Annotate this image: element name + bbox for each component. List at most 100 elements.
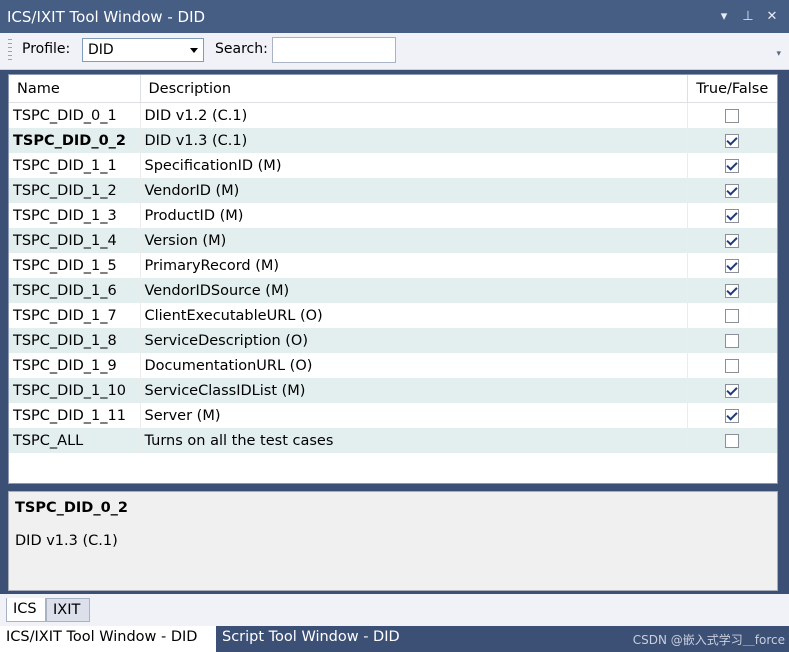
row-name: TSPC_DID_0_2 <box>9 128 141 153</box>
detail-description: DID v1.3 (C.1) <box>15 533 118 549</box>
tab-ics[interactable]: ICS <box>6 598 46 622</box>
table-row[interactable]: TSPC_DID_1_4 Version (M) <box>9 228 777 253</box>
row-checkbox[interactable] <box>725 183 740 198</box>
row-description: DID v1.2 (C.1) <box>140 102 688 128</box>
table-row[interactable]: TSPC_DID_1_6 VendorIDSource (M) <box>9 278 777 303</box>
table-row[interactable]: TSPC_DID_1_7 ClientExecutableURL (O) <box>9 303 777 328</box>
column-header-truefalse[interactable]: True/False <box>687 75 777 103</box>
row-description: DocumentationURL (O) <box>140 353 688 378</box>
row-name: TSPC_DID_1_11 <box>9 403 141 428</box>
table-body: TSPC_DID_0_1 DID v1.2 (C.1) TSPC_DID_0_2 DI… <box>9 102 777 453</box>
row-truefalse-cell <box>687 403 777 428</box>
table-header-row: Name Description True/False <box>9 75 777 103</box>
row-name: TSPC_DID_0_1 <box>9 102 141 128</box>
table-row[interactable]: TSPC_DID_0_1 DID v1.2 (C.1) <box>9 102 777 129</box>
tab-ixit[interactable]: IXIT <box>46 598 90 622</box>
table-row[interactable]: TSPC_DID_1_11 Server (M) <box>9 403 777 428</box>
title-bar[interactable]: ICS/IXIT Tool Window - DID ▾ ⊥ ✕ <box>0 0 789 33</box>
chevron-down-icon <box>190 48 198 53</box>
row-description: ProductID (M) <box>140 203 688 228</box>
row-truefalse-cell <box>687 353 777 378</box>
row-name: TSPC_DID_1_9 <box>9 353 141 378</box>
row-truefalse-cell <box>687 128 777 153</box>
row-checkbox[interactable] <box>725 358 740 373</box>
row-description: ServiceClassIDList (M) <box>140 378 688 403</box>
row-description: PrimaryRecord (M) <box>140 253 688 278</box>
row-description: ServiceDescription (O) <box>140 328 688 353</box>
row-name: TSPC_DID_1_5 <box>9 253 141 278</box>
row-checkbox[interactable] <box>725 108 740 123</box>
table-row[interactable]: TSPC_DID_1_1 SpecificationID (M) <box>9 153 777 178</box>
ics-table: Name Description True/False TSPC_DID_0_1… <box>8 74 778 484</box>
row-truefalse-cell <box>687 253 777 278</box>
row-checkbox[interactable] <box>725 158 740 173</box>
row-checkbox[interactable] <box>725 333 740 348</box>
row-description: Server (M) <box>140 403 688 428</box>
doc-tab-script-tool-window[interactable]: Script Tool Window - DID <box>216 626 406 652</box>
column-header-description[interactable]: Description <box>140 75 688 103</box>
search-label: Search: <box>215 41 268 57</box>
tool-window: ICS/IXIT Tool Window - DID ▾ ⊥ ✕ Profile… <box>0 0 789 652</box>
table-row[interactable]: TSPC_DID_1_3 ProductID (M) <box>9 203 777 228</box>
row-name: TSPC_DID_1_1 <box>9 153 141 178</box>
profile-label: Profile: <box>22 41 71 57</box>
document-tabs: ICS/IXIT Tool Window - DID Script Tool W… <box>0 626 789 652</box>
row-checkbox[interactable] <box>725 383 740 398</box>
table-row[interactable]: TSPC_DID_1_10 ServiceClassIDList (M) <box>9 378 777 403</box>
row-truefalse-cell <box>687 378 777 403</box>
row-checkbox[interactable] <box>725 258 740 273</box>
detail-title: TSPC_DID_0_2 <box>15 500 128 516</box>
row-truefalse-cell <box>687 203 777 228</box>
profile-select[interactable]: DID <box>82 38 204 62</box>
row-checkbox[interactable] <box>725 308 740 323</box>
row-name: TSPC_DID_1_7 <box>9 303 141 328</box>
toolbar-overflow-icon[interactable]: ▾ <box>776 49 781 59</box>
row-truefalse-cell <box>687 303 777 328</box>
tab-strip: ICS IXIT <box>0 594 789 626</box>
row-name: TSPC_DID_1_8 <box>9 328 141 353</box>
table-row[interactable]: TSPC_DID_1_2 VendorID (M) <box>9 178 777 203</box>
watermark: CSDN @嵌入式学习＿force <box>632 633 785 647</box>
row-description: DID v1.3 (C.1) <box>140 128 688 153</box>
row-truefalse-cell <box>687 328 777 353</box>
row-name: TSPC_DID_1_2 <box>9 178 141 203</box>
row-name: TSPC_DID_1_10 <box>9 378 141 403</box>
row-truefalse-cell <box>687 428 777 453</box>
row-description: VendorIDSource (M) <box>140 278 688 303</box>
row-checkbox[interactable] <box>725 408 740 423</box>
close-icon[interactable]: ✕ <box>765 9 779 24</box>
profile-select-value: DID <box>88 42 114 58</box>
doc-tab-ics-ixit-tool-window[interactable]: ICS/IXIT Tool Window - DID <box>0 626 216 652</box>
row-description: Version (M) <box>140 228 688 253</box>
row-truefalse-cell <box>687 278 777 303</box>
row-description: SpecificationID (M) <box>140 153 688 178</box>
row-name: TSPC_ALL <box>9 428 141 453</box>
pin-icon[interactable]: ⊥ <box>741 9 755 24</box>
table-row[interactable]: TSPC_DID_1_9 DocumentationURL (O) <box>9 353 777 378</box>
row-truefalse-cell <box>687 178 777 203</box>
row-truefalse-cell <box>687 153 777 178</box>
window-title: ICS/IXIT Tool Window - DID <box>7 8 206 26</box>
table-row[interactable]: TSPC_DID_1_8 ServiceDescription (O) <box>9 328 777 353</box>
toolbar-grip-icon[interactable] <box>8 39 12 63</box>
row-checkbox[interactable] <box>725 283 740 298</box>
column-header-name[interactable]: Name <box>9 75 141 103</box>
row-checkbox[interactable] <box>725 208 740 223</box>
search-input[interactable] <box>272 37 396 63</box>
row-description: VendorID (M) <box>140 178 688 203</box>
row-truefalse-cell <box>687 103 777 129</box>
row-checkbox[interactable] <box>725 433 740 448</box>
row-checkbox[interactable] <box>725 233 740 248</box>
dropdown-icon[interactable]: ▾ <box>717 9 731 24</box>
row-name: TSPC_DID_1_6 <box>9 278 141 303</box>
row-name: TSPC_DID_1_3 <box>9 203 141 228</box>
row-checkbox[interactable] <box>725 133 740 148</box>
row-truefalse-cell <box>687 228 777 253</box>
window-controls: ▾ ⊥ ✕ <box>717 9 779 24</box>
row-name: TSPC_DID_1_4 <box>9 228 141 253</box>
table-row[interactable]: TSPC_DID_0_2 DID v1.3 (C.1) <box>9 128 777 153</box>
row-description: Turns on all the test cases <box>140 428 688 453</box>
table-row[interactable]: TSPC_DID_1_5 PrimaryRecord (M) <box>9 253 777 278</box>
detail-panel: TSPC_DID_0_2 DID v1.3 (C.1) <box>8 491 778 591</box>
table-row[interactable]: TSPC_ALL Turns on all the test cases <box>9 428 777 453</box>
